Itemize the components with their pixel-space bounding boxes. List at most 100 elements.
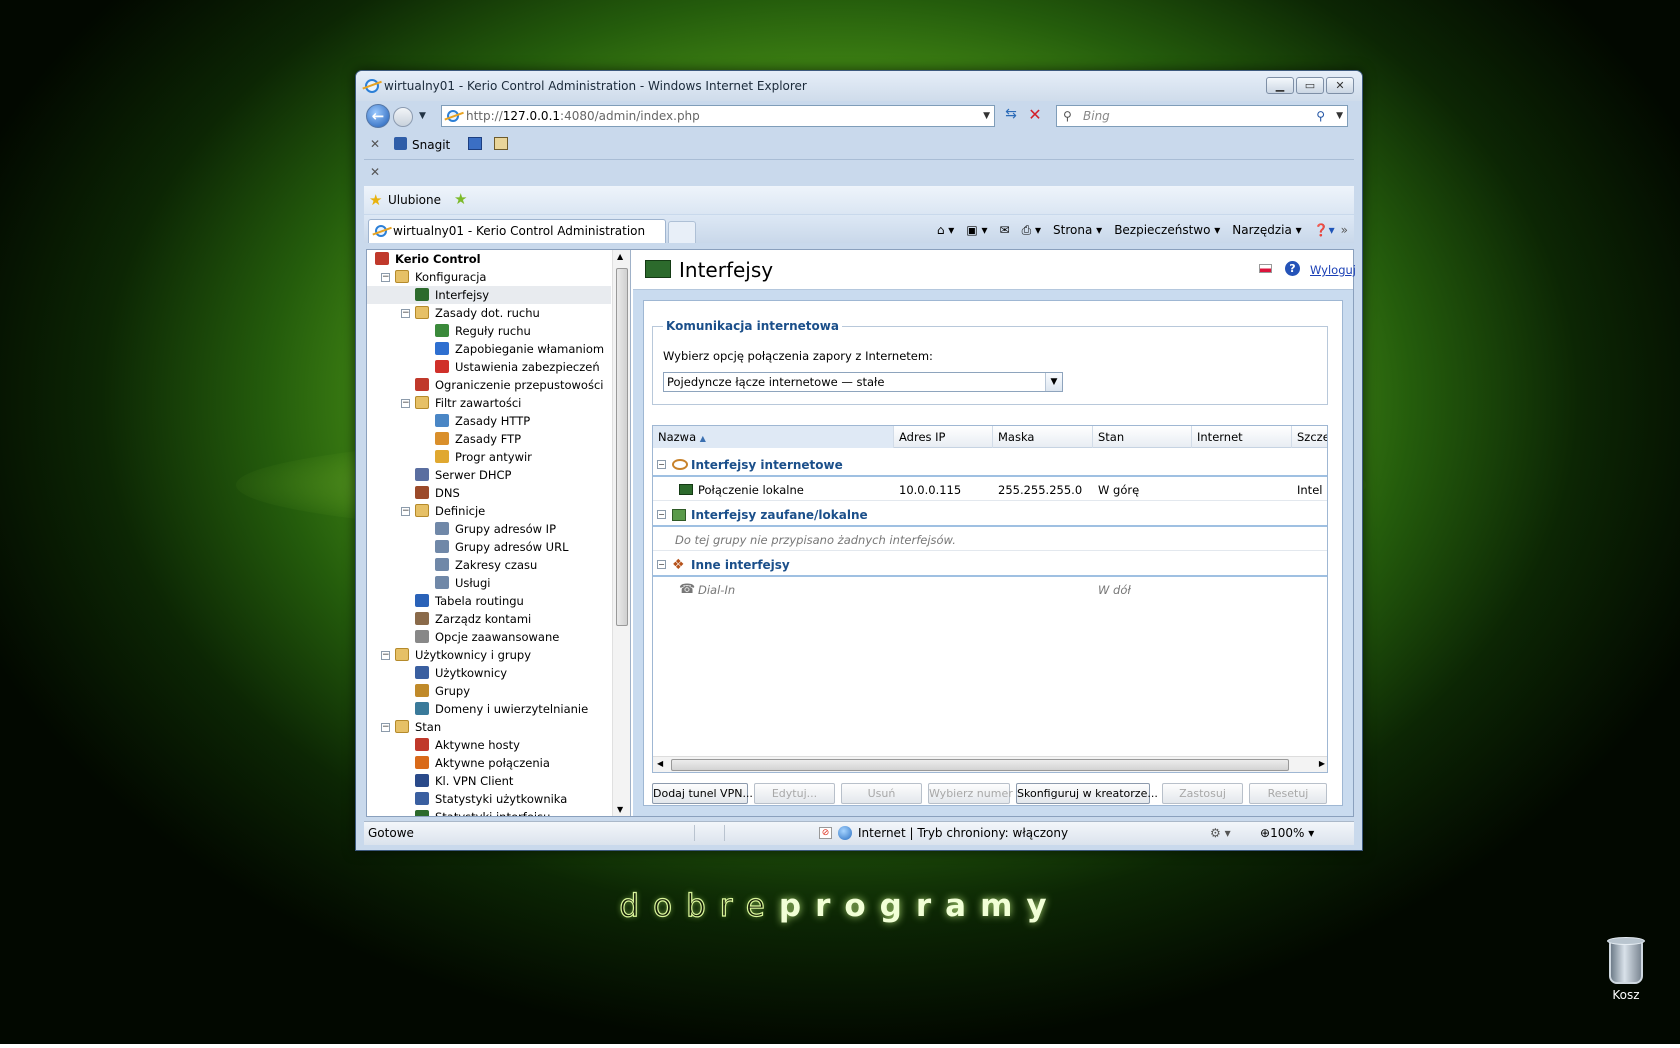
tree-item[interactable]: Grupy: [367, 682, 611, 700]
tree-item[interactable]: Zakresy czasu: [367, 556, 611, 574]
help-icon[interactable]: ❓▾: [1314, 223, 1335, 238]
apply-button[interactable]: Zastosuj: [1162, 783, 1243, 804]
toolbar-close-icon[interactable]: ✕: [370, 137, 380, 151]
add-vpn-tunnel-button[interactable]: Dodaj tunel VPN...: [652, 783, 753, 804]
tree-item[interactable]: Interfejsy: [367, 286, 611, 304]
collapse-icon[interactable]: −: [381, 723, 390, 732]
collapse-icon[interactable]: −: [401, 507, 410, 516]
safety-menu[interactable]: Bezpieczeństwo ▾: [1114, 223, 1220, 238]
zoom-level[interactable]: ⊕100% ▾: [1260, 822, 1314, 844]
scroll-up-icon[interactable]: ▲: [617, 252, 623, 261]
table-row[interactable]: Połączenie lokalne 10.0.0.115 255.255.25…: [653, 479, 1327, 501]
tree-item[interactable]: Tabela routingu: [367, 592, 611, 610]
back-button[interactable]: ←: [366, 104, 390, 128]
tree-item[interactable]: DNS: [367, 484, 611, 502]
recycle-bin[interactable]: Kosz: [1598, 937, 1654, 1002]
tree-item[interactable]: − Użytkownicy i grupy: [367, 646, 611, 664]
protected-mode-icon[interactable]: ⚙ ▾: [1210, 822, 1231, 844]
stop-icon[interactable]: ✕: [1024, 105, 1046, 125]
address-bar[interactable]: http://127.0.0.1:4080/admin/index.php ▼: [441, 105, 995, 127]
tree-item[interactable]: − Zasady dot. ruchu: [367, 304, 611, 322]
grid-hscrollbar[interactable]: ◀ ▶: [653, 756, 1327, 772]
edit-button[interactable]: Edytuj...: [754, 783, 835, 804]
tree-item[interactable]: Grupy adresów URL: [367, 538, 611, 556]
blocked-icon[interactable]: ⊘: [819, 827, 832, 839]
new-tab-button[interactable]: [668, 221, 696, 243]
connection-mode-select[interactable]: Pojedyncze łącze internetowe — stałe ▼: [663, 372, 1063, 392]
collapse-icon[interactable]: −: [381, 273, 390, 282]
add-favorite-icon[interactable]: ★: [454, 190, 467, 208]
refresh-icon[interactable]: ⇆: [1000, 106, 1022, 126]
security-zone-text[interactable]: Internet | Tryb chroniony: włączony: [858, 822, 1068, 844]
search-go-icon[interactable]: ⚲: [1316, 106, 1325, 126]
logout-link[interactable]: Wyloguj: [1310, 263, 1356, 277]
toolbar2-close-icon[interactable]: ✕: [370, 165, 380, 179]
group-internet-interfaces[interactable]: − Interfejsy internetowe: [653, 453, 1327, 477]
print-icon[interactable]: ⎙ ▾: [1022, 223, 1041, 238]
tree-item[interactable]: Statystyki użytkownika: [367, 790, 611, 808]
forward-button[interactable]: [393, 107, 413, 127]
collapse-icon[interactable]: −: [401, 309, 410, 318]
column-ip[interactable]: Adres IP: [894, 426, 993, 448]
help-icon[interactable]: ?: [1285, 261, 1300, 276]
maximize-button[interactable]: ▭: [1296, 77, 1324, 94]
tree-item[interactable]: − Stan: [367, 718, 611, 736]
tree-item[interactable]: Ograniczenie przepustowości: [367, 376, 611, 394]
snagit-button[interactable]: Snagit: [412, 138, 450, 152]
search-input[interactable]: ⚲ Bing ⚲ ▼: [1056, 105, 1348, 127]
tree-scrollbar[interactable]: ▲ ▼: [612, 250, 630, 816]
tree-item[interactable]: Usługi: [367, 574, 611, 592]
tree-item[interactable]: − Konfiguracja: [367, 268, 611, 286]
tree-item[interactable]: Zasady HTTP: [367, 412, 611, 430]
column-internet[interactable]: Internet: [1192, 426, 1292, 448]
tree-item[interactable]: Kl. VPN Client: [367, 772, 611, 790]
polish-flag-icon[interactable]: [1259, 264, 1272, 273]
wizard-button[interactable]: Skonfiguruj w kreatorze...: [1016, 783, 1158, 804]
tree-item[interactable]: Kerio Control: [367, 250, 611, 268]
collapse-icon[interactable]: −: [401, 399, 410, 408]
dial-button[interactable]: Wybierz numer: [928, 783, 1013, 804]
tree-item[interactable]: Grupy adresów IP: [367, 520, 611, 538]
collapse-icon[interactable]: −: [381, 651, 390, 660]
column-state[interactable]: Stan: [1093, 426, 1192, 448]
tree-item[interactable]: Domeny i uwierzytelnianie: [367, 700, 611, 718]
delete-button[interactable]: Usuń: [841, 783, 922, 804]
page-menu[interactable]: Strona ▾: [1053, 223, 1102, 238]
tree-item[interactable]: Zapobieganie włamaniom: [367, 340, 611, 358]
column-mask[interactable]: Maska: [993, 426, 1093, 448]
overflow-chevron-icon[interactable]: »: [1341, 223, 1348, 238]
tree-scroll-thumb[interactable]: [616, 268, 628, 626]
tree-item[interactable]: Zarządz kontami: [367, 610, 611, 628]
tree-item[interactable]: Progr antywir: [367, 448, 611, 466]
mail-icon[interactable]: ✉: [1000, 223, 1010, 238]
tree-item[interactable]: − Filtr zawartości: [367, 394, 611, 412]
tree-item[interactable]: Opcje zaawansowane: [367, 628, 611, 646]
address-dropdown-icon[interactable]: ▼: [983, 106, 990, 126]
reset-button[interactable]: Resetuj: [1249, 783, 1327, 804]
tree-item[interactable]: Ustawienia zabezpieczeń: [367, 358, 611, 376]
feeds-icon[interactable]: ▣ ▾: [966, 223, 987, 238]
snagit-editor-icon[interactable]: [494, 137, 508, 150]
tree-item[interactable]: Aktywne hosty: [367, 736, 611, 754]
tab-kerio[interactable]: wirtualny01 - Kerio Control Administrati…: [368, 219, 666, 243]
tree-item[interactable]: Użytkownicy: [367, 664, 611, 682]
tree-item[interactable]: Statystyki interfejsu: [367, 808, 611, 816]
group-trusted-interfaces[interactable]: − Interfejsy zaufane/lokalne: [653, 503, 1327, 527]
close-button[interactable]: ✕: [1326, 77, 1354, 94]
tree-item[interactable]: − Definicje: [367, 502, 611, 520]
column-details[interactable]: Szcze: [1292, 426, 1327, 448]
capture-icon[interactable]: [468, 137, 482, 150]
home-icon[interactable]: ⌂ ▾: [937, 223, 954, 238]
tree-item[interactable]: Serwer DHCP: [367, 466, 611, 484]
minimize-button[interactable]: ▁: [1266, 77, 1294, 94]
search-dropdown-icon[interactable]: ▼: [1336, 106, 1343, 126]
group-other-interfaces[interactable]: − ❖ Inne interfejsy: [653, 553, 1327, 577]
tools-menu[interactable]: Narzędzia ▾: [1232, 223, 1301, 238]
favorites-button[interactable]: Ulubione: [388, 193, 441, 207]
tree-item[interactable]: Reguły ruchu: [367, 322, 611, 340]
column-name[interactable]: Nazwa ▲: [653, 426, 894, 448]
tree-item[interactable]: Aktywne połączenia: [367, 754, 611, 772]
scroll-down-icon[interactable]: ▼: [617, 805, 623, 814]
history-dropdown-icon[interactable]: ▼: [419, 111, 426, 121]
tree-item[interactable]: Zasady FTP: [367, 430, 611, 448]
